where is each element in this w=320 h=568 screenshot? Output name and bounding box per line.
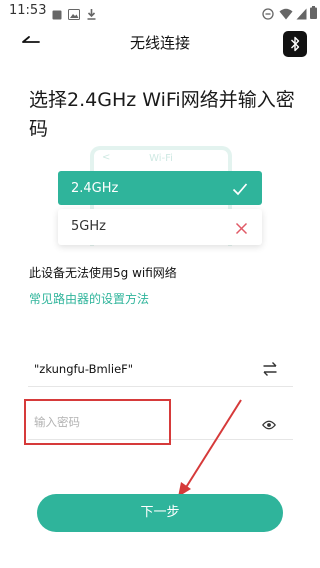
annotation-arrow [178,399,242,497]
next-step-button[interactable]: 下一步 [37,494,283,532]
